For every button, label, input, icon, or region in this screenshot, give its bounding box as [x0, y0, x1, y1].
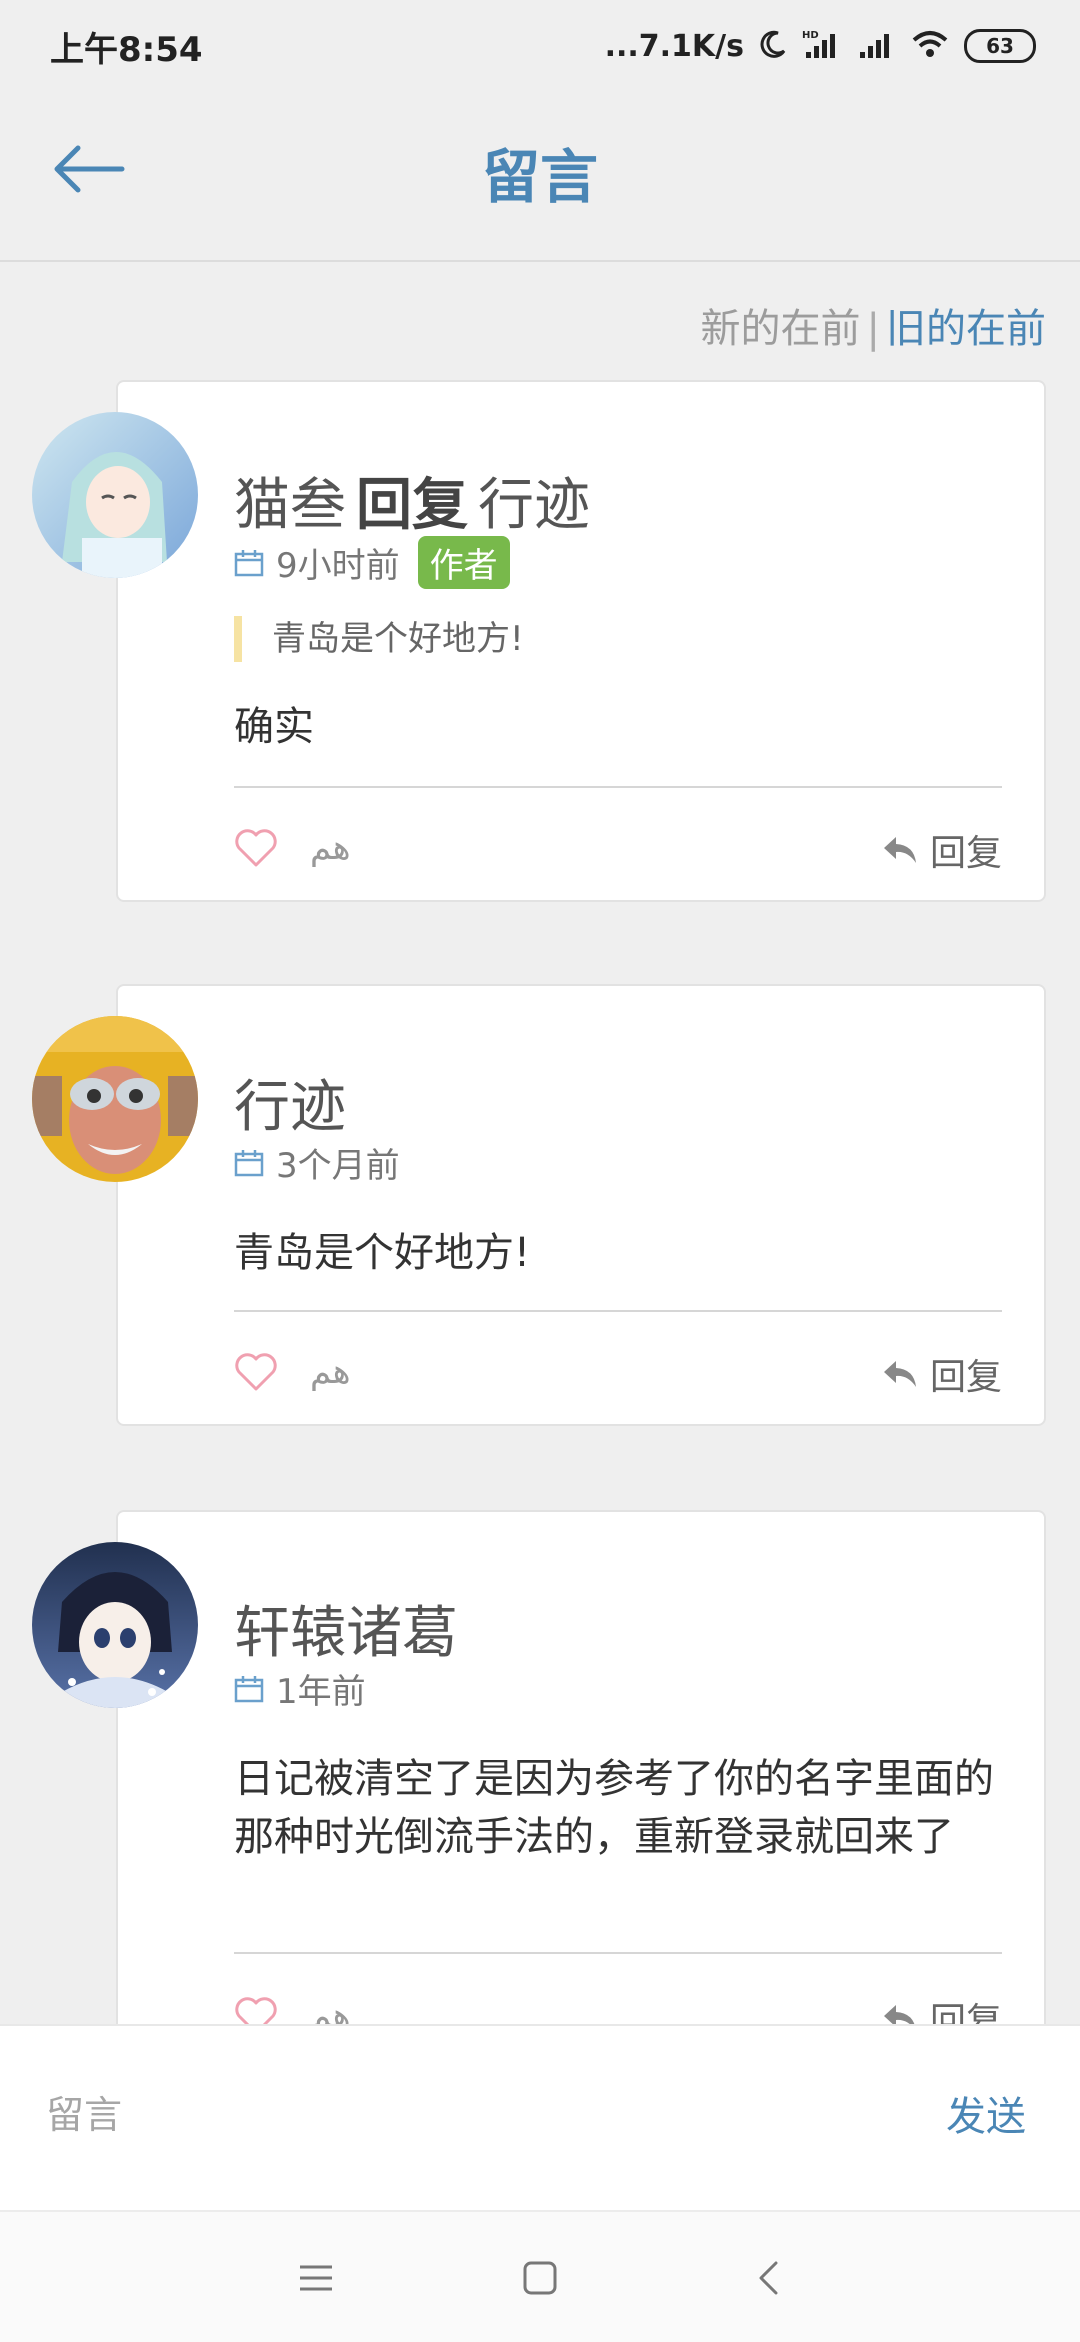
avatar[interactable] [32, 1016, 198, 1182]
comment-card: 行迹 3个月前 青岛是个好地方! هم 回复 [116, 984, 1046, 1426]
sort-separator: | [866, 306, 880, 352]
moon-icon [758, 29, 788, 63]
signal-icon [856, 28, 896, 64]
comment-text: 确实 [234, 704, 314, 750]
sort-newest-first[interactable]: 新的在前 [701, 306, 861, 352]
avatar[interactable] [32, 412, 198, 578]
comment-text: 青岛是个好地方! [234, 1230, 531, 1276]
battery-icon: 63 [964, 29, 1036, 63]
like-count: هم [310, 1352, 351, 1392]
reply-icon [883, 1361, 916, 1387]
heart-icon[interactable] [234, 828, 278, 868]
author-badge: 作者 [417, 536, 510, 589]
heart-icon[interactable] [234, 1352, 278, 1392]
calendar-icon [234, 1149, 264, 1176]
comment-author-line: 轩辕诸葛 [234, 1588, 458, 1669]
reply-button[interactable]: 回复 [882, 824, 1002, 876]
comment-author[interactable]: 猫叁 [234, 473, 346, 538]
network-speed: ...7.1K/s [604, 28, 744, 64]
reply-label: 回复 [929, 833, 1002, 874]
chevron-left-icon [759, 2261, 778, 2295]
comment-actions: هم 回复 [234, 1344, 1002, 1404]
reply-label: 回复 [929, 1357, 1002, 1398]
status-bar: 上午8:54 ...7.1K/s HD 63 [0, 0, 1080, 92]
avatar-image [32, 412, 198, 578]
back-nav-button[interactable] [740, 2250, 796, 2306]
reply-icon [883, 837, 916, 863]
wifi-icon [910, 28, 950, 64]
divider [234, 786, 1002, 788]
signal-icon-hd: HD [802, 28, 842, 64]
comment-meta: 1年前 [234, 1664, 366, 1713]
reply-word: 回复 [356, 473, 468, 538]
status-icons: ...7.1K/s HD 63 [605, 18, 1036, 74]
send-button[interactable]: 发送 [946, 2084, 1026, 2142]
quoted-comment: 青岛是个好地方! [234, 616, 524, 662]
comment-author-line: 猫叁 回复 行迹 [234, 460, 590, 541]
sort-oldest-first[interactable]: 旧的在前 [886, 306, 1046, 352]
reply-button[interactable]: 回复 [882, 1348, 1002, 1400]
avatar-image [32, 1542, 198, 1708]
sort-toggle: 新的在前 | 旧的在前 [701, 296, 1046, 354]
svg-text:HD: HD [802, 30, 819, 41]
comment-author-line: 行迹 [234, 1062, 346, 1143]
page-title: 留言 [481, 143, 598, 211]
home-icon [523, 2261, 557, 2295]
home-button[interactable] [512, 2250, 568, 2306]
comment-time: 3个月前 [276, 1146, 400, 1186]
avatar-image [32, 1016, 198, 1182]
comment-author[interactable]: 行迹 [234, 1075, 346, 1140]
comment-card: 猫叁 回复 行迹 9小时前 作者 青岛是个好地方! 确实 هم 回复 [116, 380, 1046, 902]
comment-meta: 9小时前 作者 [234, 536, 510, 589]
menu-button[interactable] [288, 2250, 344, 2306]
menu-icon [300, 2265, 332, 2291]
comment-meta: 3个月前 [234, 1138, 400, 1187]
avatar[interactable] [32, 1542, 198, 1708]
divider [234, 1952, 1002, 1954]
comment-actions: هم 回复 [234, 820, 1002, 880]
comment-card: 轩辕诸葛 1年前 日记被清空了是因为参考了你的名字里面的那种时光倒流手法的，重新… [116, 1510, 1046, 2070]
like-count: هم [310, 828, 351, 868]
comment-time: 9小时前 [276, 546, 400, 586]
comment-input[interactable] [44, 2082, 848, 2148]
reply-to-author[interactable]: 行迹 [478, 473, 590, 538]
calendar-icon [234, 549, 264, 576]
status-time: 上午8:54 [50, 30, 203, 70]
calendar-icon [234, 1675, 264, 1702]
system-nav-bar [0, 2210, 1080, 2342]
comment-time: 1年前 [276, 1672, 366, 1712]
app-header: 留言 [0, 92, 1080, 262]
comment-input-bar: 发送 [0, 2024, 1080, 2212]
comment-text: 日记被清空了是因为参考了你的名字里面的那种时光倒流手法的，重新登录就回来了 [234, 1756, 994, 1860]
divider [234, 1310, 1002, 1312]
comment-author[interactable]: 轩辕诸葛 [234, 1601, 458, 1666]
